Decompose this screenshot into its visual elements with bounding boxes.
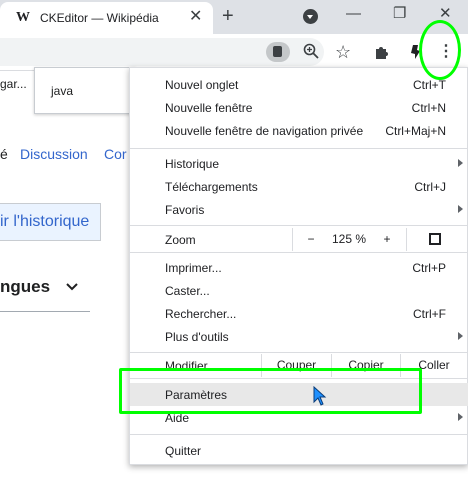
menu-item-label: Nouvelle fenêtre bbox=[165, 101, 253, 115]
menu-item-shortcut: Ctrl+J bbox=[414, 180, 446, 194]
tab-title: CKEditor — Wikipédia bbox=[40, 11, 159, 25]
mouse-cursor-icon bbox=[313, 386, 327, 406]
restore-button[interactable]: ❐ bbox=[393, 5, 406, 23]
menu-item-quit[interactable]: Quitter bbox=[130, 439, 468, 462]
menu-item-shortcut: Ctrl+P bbox=[412, 261, 446, 275]
zoom-icon[interactable] bbox=[303, 43, 319, 59]
languages-divider bbox=[0, 311, 90, 312]
zoom-label: Zoom bbox=[165, 233, 196, 247]
menu-item-label: Favoris bbox=[165, 203, 205, 217]
languages-heading[interactable]: ngues bbox=[0, 277, 50, 297]
menu-item-incognito-window[interactable]: Nouvelle fenêtre de navigation privée Ct… bbox=[130, 119, 468, 142]
fullscreen-icon[interactable] bbox=[429, 233, 441, 245]
menu-separator bbox=[130, 148, 468, 149]
active-tab[interactable]: W CKEditor — Wikipédia ✕ bbox=[0, 2, 213, 34]
submenu-arrow-icon bbox=[458, 332, 463, 340]
menu-item-new-window[interactable]: Nouvelle fenêtre Ctrl+N bbox=[130, 96, 468, 119]
menu-item-label: Historique bbox=[165, 157, 220, 171]
menu-item-new-tab[interactable]: Nouvel onglet Ctrl+T bbox=[130, 73, 468, 96]
menu-item-label: Téléchargements bbox=[165, 180, 258, 194]
page-tab-cut-link[interactable]: Cor bbox=[104, 146, 127, 162]
history-button-label: ir l'historique bbox=[0, 213, 90, 230]
browser-toolbar: ☆ ⋮ bbox=[0, 34, 468, 71]
menu-item-label: Plus d'outils bbox=[165, 330, 229, 344]
menu-item-bookmarks[interactable]: Favoris bbox=[130, 198, 468, 221]
tab-strip: W CKEditor — Wikipédia ✕ + — ❐ ✕ bbox=[0, 0, 468, 34]
page-tab-fragment: é bbox=[0, 146, 8, 162]
menu-item-zoom: Zoom − 125 % + bbox=[130, 228, 468, 251]
tab-search-icon[interactable] bbox=[303, 9, 318, 24]
new-tab-button[interactable]: + bbox=[222, 5, 234, 27]
settings-highlight-box bbox=[119, 368, 422, 414]
address-bar[interactable] bbox=[0, 38, 324, 66]
menu-separator bbox=[130, 352, 468, 353]
menu-item-shortcut: Ctrl+N bbox=[411, 101, 446, 115]
chevron-down-icon[interactable] bbox=[66, 283, 78, 291]
menu-item-shortcut: Ctrl+F bbox=[413, 307, 446, 321]
wikipedia-favicon-icon: W bbox=[16, 10, 30, 25]
menu-item-print[interactable]: Imprimer... Ctrl+P bbox=[130, 256, 468, 279]
menu-item-label: Rechercher... bbox=[165, 307, 237, 321]
zoom-level-value: 125 % bbox=[331, 232, 367, 246]
submenu-arrow-icon bbox=[458, 205, 463, 213]
menu-item-label: Imprimer... bbox=[165, 261, 222, 275]
tab-close-icon[interactable]: ✕ bbox=[189, 8, 202, 26]
menu-separator bbox=[130, 252, 468, 253]
menu-item-shortcut: Ctrl+Maj+N bbox=[385, 124, 446, 138]
search-suggestion-popup[interactable]: java bbox=[34, 67, 136, 114]
menu-button-highlight-circle bbox=[419, 20, 461, 80]
extensions-icon[interactable] bbox=[374, 44, 390, 60]
menu-item-label: Quitter bbox=[165, 444, 202, 458]
history-button[interactable]: ir l'historique bbox=[0, 203, 101, 241]
suggestion-text: java bbox=[51, 84, 74, 98]
menu-item-shortcut: Ctrl+T bbox=[413, 78, 446, 92]
menu-item-history[interactable]: Historique bbox=[130, 152, 468, 175]
menu-separator bbox=[130, 434, 468, 435]
menu-item-more-tools[interactable]: Plus d'outils bbox=[130, 325, 468, 348]
discussion-link[interactable]: Discussion bbox=[20, 146, 88, 162]
lens-icon[interactable] bbox=[266, 42, 290, 62]
menu-item-find[interactable]: Rechercher... Ctrl+F bbox=[130, 302, 468, 325]
submenu-arrow-icon bbox=[458, 413, 463, 421]
zoom-divider bbox=[406, 228, 407, 251]
zoom-in-button[interactable]: + bbox=[370, 228, 404, 251]
menu-item-label: Nouvel onglet bbox=[165, 78, 239, 92]
menu-item-cast[interactable]: Caster... bbox=[130, 279, 468, 302]
zoom-divider bbox=[292, 228, 293, 251]
menu-item-downloads[interactable]: Téléchargements Ctrl+J bbox=[130, 175, 468, 198]
page-fragment-text: gar... bbox=[0, 77, 27, 91]
menu-item-label: Caster... bbox=[165, 284, 210, 298]
menu-item-label: Nouvelle fenêtre de navigation privée bbox=[165, 124, 364, 138]
zoom-out-button[interactable]: − bbox=[294, 228, 328, 251]
menu-separator bbox=[130, 225, 468, 226]
bookmark-star-icon[interactable]: ☆ bbox=[335, 43, 351, 61]
submenu-arrow-icon bbox=[458, 159, 463, 167]
minimize-button[interactable]: — bbox=[346, 5, 361, 23]
